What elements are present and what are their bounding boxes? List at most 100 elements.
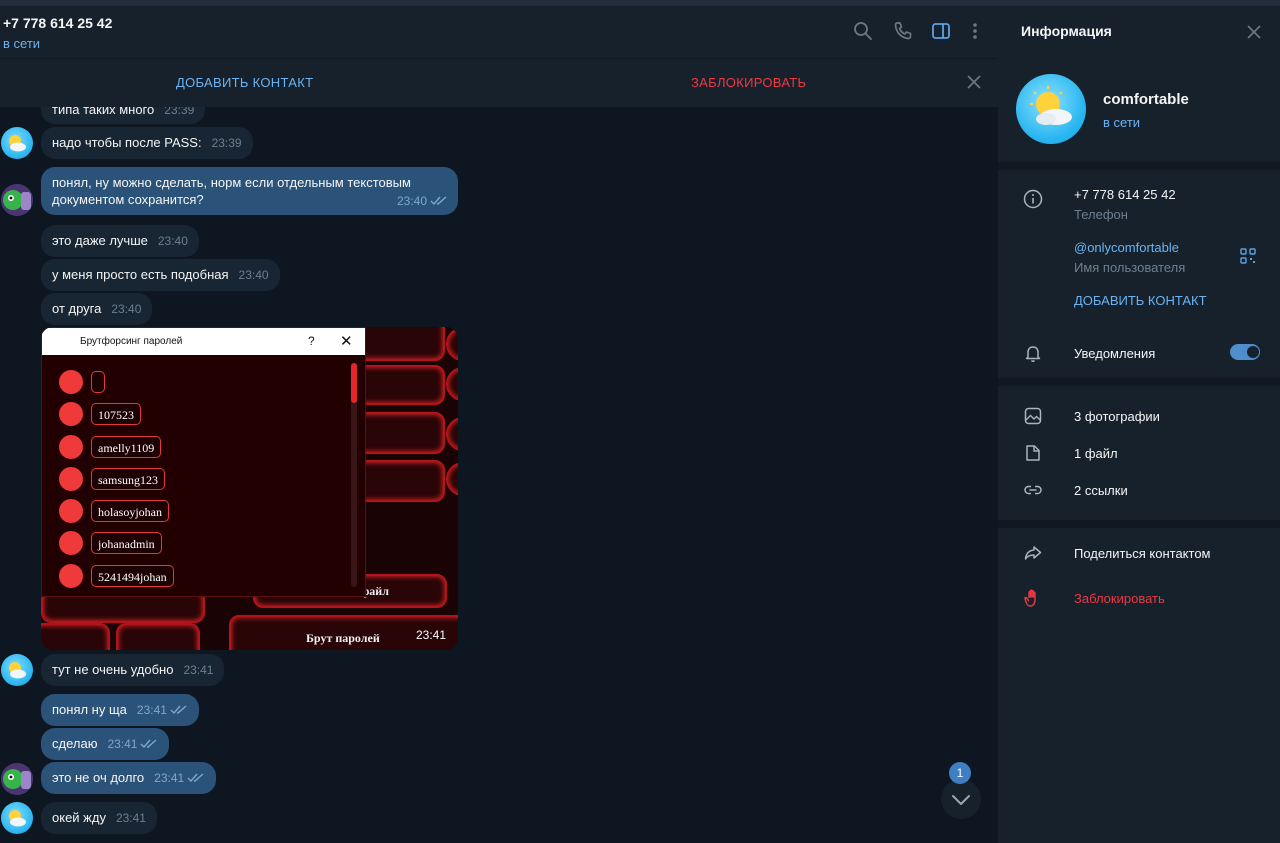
message-time: 23:40 [157,234,188,248]
bg-key [41,623,110,650]
status-dot [59,564,83,588]
notifications-toggle[interactable] [1230,344,1260,360]
avatar[interactable] [1,184,33,216]
profile-avatar[interactable] [1016,74,1086,144]
password-item: holasoyjohan [91,500,169,522]
media-links[interactable]: 2 ссылки [1074,483,1128,498]
divider [998,520,1280,528]
status-dot [59,402,83,426]
message-time: 23:40 [111,302,142,316]
message-bubble[interactable]: от друга 23:40 [41,293,153,325]
message-time: 23:41 [415,628,446,642]
password-item [91,371,105,393]
status-dot [59,499,83,523]
photo-icon [1024,407,1042,425]
message-text: понял ну ща [52,702,127,717]
double-check-icon [187,773,204,783]
scrollbar-thumb [351,363,357,403]
message-bubble[interactable]: это не оч долго 23:41 [41,762,217,794]
avatar[interactable] [1,802,33,834]
message-text: сделаю [52,736,98,751]
message-text: это даже лучше [52,233,148,248]
avatar[interactable] [1,763,33,795]
sidebar-toggle-icon[interactable] [930,20,952,42]
share-contact-button[interactable]: Поделиться контактом [1074,546,1211,561]
add-contact-button[interactable]: ДОБАВИТЬ КОНТАКТ [1074,293,1207,308]
message-time: 23:41 [107,737,138,751]
message-bubble[interactable]: понял, ну можно сделать, норм если отдел… [41,167,458,215]
avatar[interactable] [1,127,33,159]
message-bubble[interactable]: сделаю 23:41 [41,728,170,760]
panel-title: Информация [1021,23,1112,39]
message-text: понял, ну можно сделать, норм если отдел… [52,175,411,207]
status-dot [59,467,83,491]
avatar[interactable] [1,654,33,686]
message-time: 23:41 [136,703,167,717]
close-icon[interactable] [964,72,984,92]
chat-header: +7 778 614 25 42 в сети [0,6,998,58]
message-text: надо чтобы после PASS: [52,135,202,150]
message-bubble[interactable]: надо чтобы после PASS: 23:39 [41,127,253,159]
message-time: 23:40 [396,194,427,208]
scroll-down-button[interactable] [941,779,981,819]
phone-icon[interactable] [892,20,914,42]
status-dot [59,370,83,394]
photo-message[interactable]: файл Брут паролей Брутфорсинг паролей ? … [41,327,458,650]
phone-number[interactable]: +7 778 614 25 42 [1074,187,1176,202]
message-bubble[interactable]: понял ну ща 23:41 [41,694,199,726]
divider [998,378,1280,386]
toggle-knob [1246,345,1260,359]
sun-cloud-icon [9,662,26,679]
media-photos[interactable]: 3 фотографии [1074,409,1160,424]
monster-avatar-icon [1,184,33,216]
bg-key [116,623,200,650]
link-icon [1024,485,1042,495]
password-item: samsung123 [91,468,165,490]
bg-key [446,417,458,451]
block-user-button[interactable]: Заблокировать [1074,591,1165,606]
sun-cloud-icon [1030,86,1072,125]
dialog-titlebar: Брутфорсинг паролей ? ✕ [42,328,365,355]
message-text: окей жду [52,810,106,825]
message-bubble[interactable]: тут не очень удобно 23:41 [41,654,225,686]
message-meta: 23:40 [397,193,448,210]
password-item: amelly1109 [91,436,162,458]
message-bubble[interactable]: окей жду 23:41 [41,802,157,834]
hand-stop-icon [1024,589,1036,607]
dialog-scrollbar [351,363,357,587]
add-contact-button[interactable]: ДОБАВИТЬ КОНТАКТ [176,75,313,90]
search-icon[interactable] [852,20,874,42]
close-icon: ✕ [340,333,353,350]
block-user-button[interactable]: ЗАБЛОКИРОВАТЬ [691,75,806,90]
qr-code-icon[interactable] [1240,248,1256,264]
sun-cloud-icon [9,810,26,827]
message-bubble[interactable]: у меня просто есть подобная 23:40 [41,259,280,291]
info-icon [1023,189,1043,209]
double-check-icon [170,705,187,715]
divider [998,162,1280,170]
username-label: Имя пользователя [1074,260,1186,275]
bg-key [446,462,458,496]
message-time: 23:41 [154,771,185,785]
bg-key [446,327,458,361]
help-icon: ? [308,334,315,348]
phone-label: Телефон [1074,207,1128,222]
username-link[interactable]: @onlycomfortable [1074,240,1179,255]
close-icon[interactable] [1246,24,1262,40]
message-text: у меня просто есть подобная [52,267,229,282]
share-icon [1024,546,1042,560]
chevron-down-icon [952,795,970,805]
message-text: от друга [52,301,102,316]
peer-name[interactable]: +7 778 614 25 42 [3,15,112,31]
message-time: 23:41 [115,811,146,825]
password-item: johanadmin [91,532,162,554]
message-bubble[interactable]: это даже лучше 23:40 [41,225,199,257]
info-panel: Информация comfortable в сети +7 778 614… [998,6,1280,843]
media-files[interactable]: 1 файл [1074,446,1118,461]
message-time: 23:39 [211,136,242,150]
photo-label-brute: Брут паролей [306,631,380,645]
unread-badge: 1 [949,762,971,784]
message-time: 23:40 [238,268,269,282]
bruteforce-dialog: Брутфорсинг паролей ? ✕ 107523 amelly110… [41,327,366,597]
more-vertical-icon[interactable] [964,20,986,42]
